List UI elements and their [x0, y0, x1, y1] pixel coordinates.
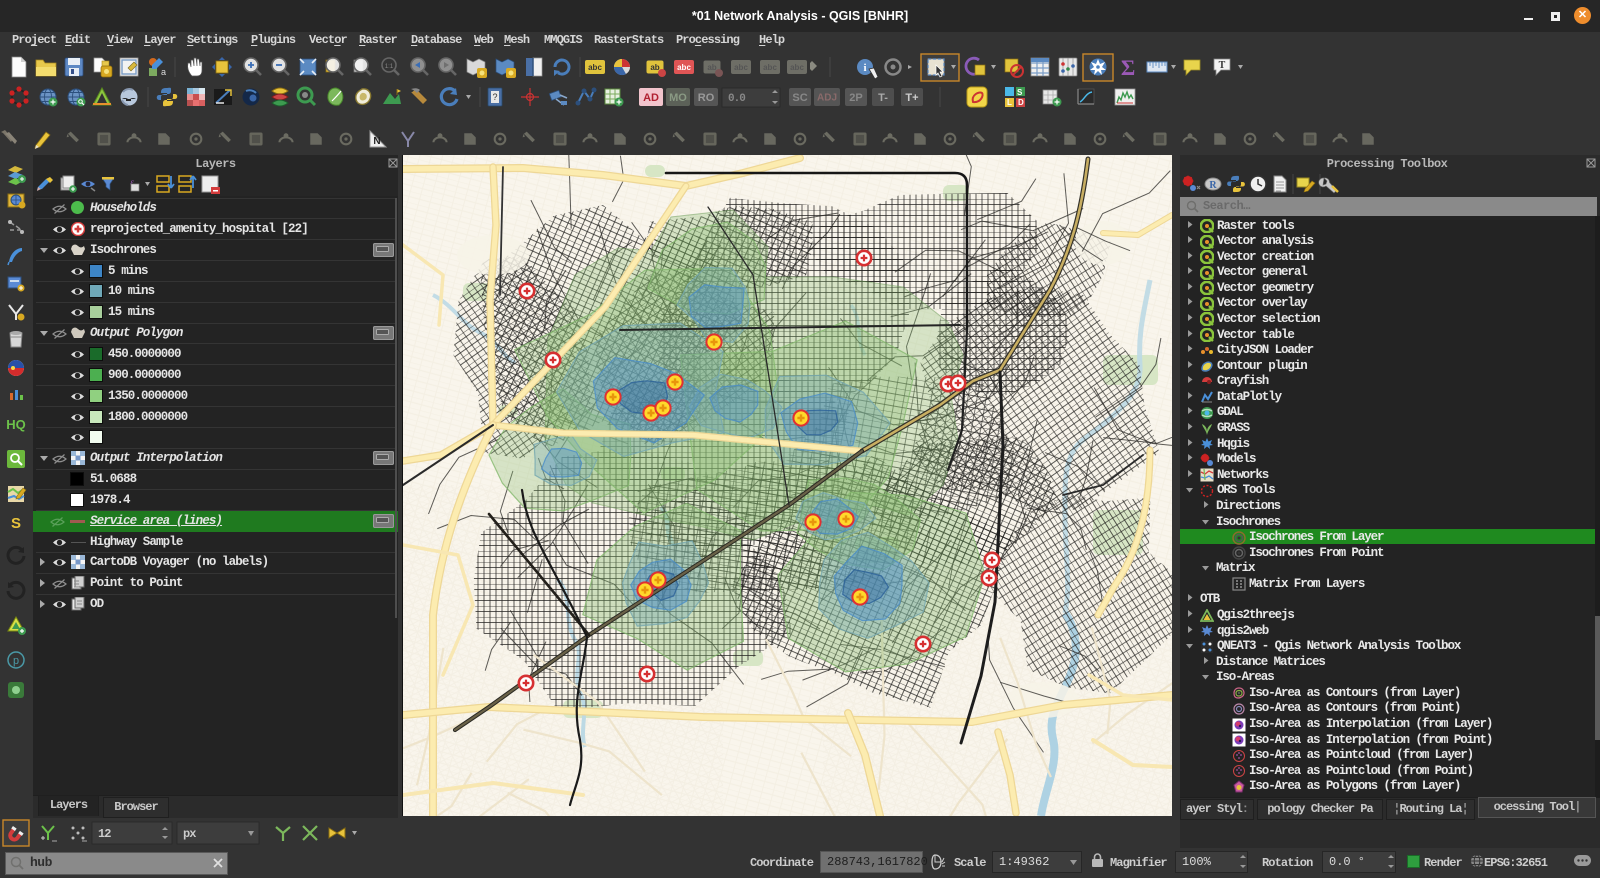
svg-text:R: R [1209, 180, 1217, 191]
svg-text:HQ: HQ [6, 417, 26, 432]
svg-text:2P: 2P [849, 92, 862, 104]
svg-text:0.0: 0.0 [728, 93, 745, 105]
svg-text:N: N [373, 136, 380, 147]
svg-text:SC: SC [792, 92, 807, 104]
svg-text:1:1: 1:1 [385, 64, 394, 70]
svg-text:Σ: Σ [1121, 55, 1135, 80]
svg-text:i: i [863, 62, 866, 74]
svg-text:S: S [11, 515, 21, 532]
svg-text:MO: MO [669, 92, 687, 104]
svg-text:abc: abc [677, 63, 691, 72]
svg-text:T+: T+ [905, 92, 918, 104]
svg-text:AD: AD [643, 92, 659, 104]
svg-text:RO: RO [698, 92, 715, 104]
svg-text:T: T [1219, 60, 1226, 71]
svg-text:p: p [13, 656, 20, 668]
svg-text:S: S [1017, 88, 1023, 97]
svg-text:abc: abc [588, 63, 602, 72]
svg-text:abc: abc [734, 63, 748, 72]
svg-text:D: D [1018, 98, 1024, 107]
svg-text:px: px [183, 827, 196, 841]
svg-text:ADJ: ADJ [817, 93, 837, 104]
svg-text:ab: ab [707, 63, 716, 72]
svg-text:T-: T- [878, 92, 888, 104]
svg-text:L: L [1007, 98, 1012, 107]
svg-text:abc: abc [790, 63, 804, 72]
svg-text:?: ? [492, 92, 497, 102]
svg-text:a: a [161, 67, 166, 77]
svg-text:ab: ab [650, 63, 659, 72]
svg-text:abc: abc [763, 63, 777, 72]
svg-text:12: 12 [98, 827, 111, 841]
